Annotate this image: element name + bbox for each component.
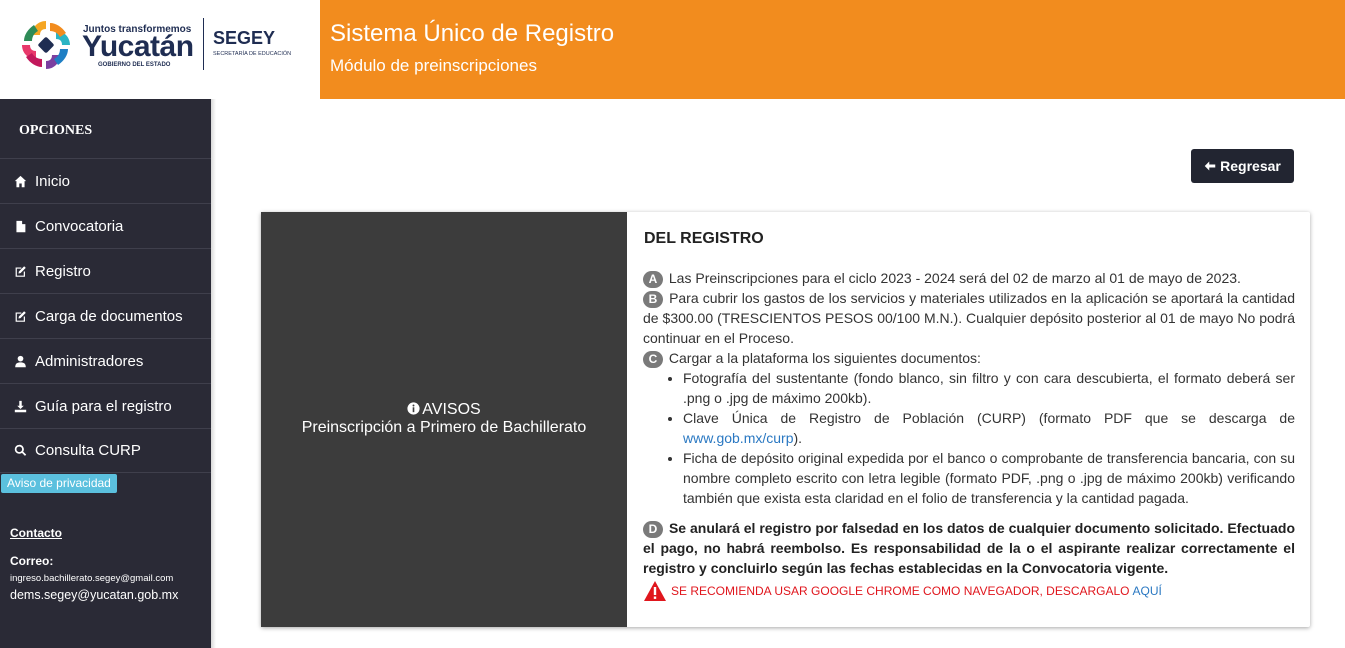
agency-name: SEGEY <box>213 28 276 48</box>
contact-email-primary: ingreso.bachillerato.segey@gmail.com <box>10 573 174 584</box>
rule-b-text: Para cubrir los gastos de los servicios … <box>643 290 1295 346</box>
sidebar-item-label: Convocatoria <box>35 217 124 235</box>
sidebar-item-label: Guía para el registro <box>35 397 172 415</box>
curp-link[interactable]: www.gob.mx/curp <box>683 430 793 446</box>
doc-curp-text: Clave Única de Registro de Población (CU… <box>683 410 1295 426</box>
logo-divider <box>203 18 204 70</box>
rule-a: A Las Preinscripciones para el ciclo 202… <box>643 268 1295 288</box>
home-icon <box>14 175 32 188</box>
user-icon <box>14 355 32 368</box>
back-button[interactable]: Regresar <box>1191 149 1294 183</box>
notice-heading-text: AVISOS <box>422 401 481 418</box>
page-subtitle: Módulo de preinscripciones <box>330 56 537 75</box>
rule-b: B Para cubrir los gastos de los servicio… <box>643 288 1295 348</box>
browser-warning: SE RECOMIENDA USAR GOOGLE CHROME COMO NA… <box>643 580 1295 602</box>
page-title: Sistema Único de Registro <box>330 20 615 47</box>
contact-email-label: Correo: <box>10 554 54 568</box>
search-icon <box>14 444 32 457</box>
logo-name: Yucatán <box>82 30 194 63</box>
rule-c: C Cargar a la plataforma los siguientes … <box>643 348 1295 368</box>
contact-email-secondary: dems.segey@yucatan.gob.mx <box>10 588 179 602</box>
rule-a-badge: A <box>643 271 663 288</box>
title-banner: Sistema Único de Registro Módulo de prei… <box>320 0 1345 99</box>
notice-panel: AVISOS Preinscripción a Primero de Bachi… <box>261 212 627 627</box>
rule-c-badge: C <box>643 351 663 368</box>
logo-area: Juntos transformemos Yucatán GOBIERNO DE… <box>0 0 320 99</box>
agency-full-name: SECRETARÍA DE EDUCACIÓN <box>213 51 292 57</box>
sidebar: OPCIONES Inicio Convocatoria Registro Ca… <box>0 99 211 648</box>
sidebar-item-label: Administradores <box>35 352 144 370</box>
logo-government: GOBIERNO DEL ESTADO <box>98 62 171 68</box>
list-item: Clave Única de Registro de Población (CU… <box>683 408 1295 448</box>
contact-title: Contacto <box>10 526 62 540</box>
list-item: Ficha de depósito original expedida por … <box>683 448 1295 508</box>
chrome-download-link[interactable]: AQUÍ <box>1133 581 1162 601</box>
warning-icon <box>644 581 666 601</box>
file-icon <box>14 220 32 233</box>
registration-title: DEL REGISTRO <box>644 230 764 247</box>
sidebar-item-inicio[interactable]: Inicio <box>0 158 211 203</box>
sidebar-item-carga-documentos[interactable]: Carga de documentos <box>0 293 211 338</box>
sidebar-shadow <box>211 99 216 648</box>
sidebar-item-convocatoria[interactable]: Convocatoria <box>0 203 211 248</box>
rule-d-text: Se anulará el registro por falsedad en l… <box>643 520 1295 576</box>
rule-a-text: Las Preinscripciones para el ciclo 2023 … <box>668 270 1241 286</box>
sidebar-item-administradores[interactable]: Administradores <box>0 338 211 383</box>
sidebar-item-guia-registro[interactable]: Guía para el registro <box>0 383 211 428</box>
warning-text: SE RECOMIENDA USAR GOOGLE CHROME COMO NA… <box>671 584 1130 598</box>
sidebar-menu: Inicio Convocatoria Registro Carga de do… <box>0 158 211 473</box>
back-button-label: Regresar <box>1220 158 1281 174</box>
sidebar-title: OPCIONES <box>19 123 93 138</box>
sidebar-item-label: Registro <box>35 262 91 280</box>
sidebar-item-label: Inicio <box>35 172 71 190</box>
rule-b-badge: B <box>643 291 663 308</box>
rule-c-text: Cargar a la plataforma los siguientes do… <box>668 350 981 366</box>
rule-d-badge: D <box>643 521 663 538</box>
doc-curp-suffix: ). <box>793 430 803 446</box>
edit-icon <box>14 265 32 278</box>
yucatan-logo-icon <box>22 21 70 69</box>
notice-subheading: Preinscripción a Primero de Bachillerato <box>301 419 587 436</box>
registration-card: AVISOS Preinscripción a Primero de Bachi… <box>261 212 1310 627</box>
sidebar-item-registro[interactable]: Registro <box>0 248 211 293</box>
info-icon <box>407 402 420 415</box>
rule-d: D Se anulará el registro por falsedad en… <box>643 518 1295 578</box>
privacy-notice-link[interactable]: Aviso de privacidad <box>1 474 117 493</box>
arrow-left-icon <box>1204 161 1216 171</box>
download-icon <box>14 400 32 413</box>
documents-list: Fotografía del sustentante (fondo blanco… <box>643 368 1295 508</box>
sidebar-item-label: Consulta CURP <box>35 442 141 459</box>
list-item: Fotografía del sustentante (fondo blanco… <box>683 368 1295 408</box>
page-header: Juntos transformemos Yucatán GOBIERNO DE… <box>0 0 1345 99</box>
sidebar-item-consulta-curp[interactable]: Consulta CURP <box>0 428 211 473</box>
registration-details: DEL REGISTRO A Las Preinscripciones para… <box>643 212 1295 627</box>
notice-heading: AVISOS <box>261 401 627 419</box>
edit-icon <box>14 310 32 323</box>
sidebar-item-label: Carga de documentos <box>35 307 183 325</box>
registration-body: A Las Preinscripciones para el ciclo 202… <box>643 268 1295 602</box>
